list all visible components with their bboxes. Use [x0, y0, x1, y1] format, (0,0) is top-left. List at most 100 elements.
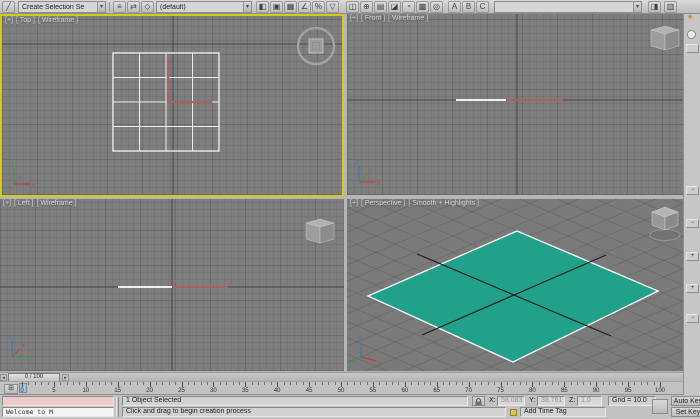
svg-text:y: y [11, 162, 14, 168]
unknown-small-button[interactable] [652, 399, 668, 414]
viewport-menu-button[interactable]: [+] [350, 15, 358, 22]
y-coordinate-label: Y: [529, 397, 536, 404]
frame-tick [245, 382, 247, 387]
track-bar[interactable]: ⊞ 0 5 10 15 20 25 30 35 40 45 50 55 60 65 70 75 80 85 90 95… [0, 381, 683, 395]
spinner-snap-icon[interactable]: ▽ [326, 1, 339, 13]
viewport-shading-button[interactable]: [ Wireframe ] [36, 200, 76, 207]
frame-tick [551, 382, 553, 385]
viewport-menu-button[interactable]: [+] [5, 17, 13, 24]
plane-object-selected[interactable] [366, 230, 660, 363]
frame-tick [321, 382, 323, 385]
add-time-tag-field[interactable]: Add Time Tag [520, 407, 606, 417]
previous-frame-button[interactable]: ◂ [0, 374, 7, 381]
frame-tick [53, 382, 55, 387]
frame-tick [66, 382, 68, 385]
viewport-label: [+] [ Top ] [ Wireframe ] [5, 17, 78, 24]
track-bar-ruler[interactable]: 0 5 10 15 20 25 30 35 40 45 50 55 60 65 70 75 80 85 90 95 10… [20, 382, 674, 396]
frame-tick [226, 382, 228, 385]
viewport-menu-button[interactable]: [+] [350, 200, 358, 207]
selection-lock-toggle[interactable] [472, 396, 485, 406]
frame-tick [270, 382, 272, 385]
gear-icon[interactable]: * [688, 13, 692, 25]
viewport-name-button[interactable]: [ Front ] [361, 15, 385, 22]
named-selection-set-combo[interactable]: Create Selection Se ▾ [18, 1, 106, 13]
curve-editor-icon[interactable]: ◔ [402, 1, 415, 13]
viewport-shading-button[interactable]: [ Wireframe ] [388, 15, 428, 22]
toolbar-extra-icon-2[interactable]: ▥ [664, 1, 677, 13]
listener-splitter[interactable] [116, 397, 119, 417]
frame-tick-label: 35 [241, 388, 249, 394]
render-setup-icon[interactable]: A [448, 1, 461, 13]
rollout-fragment[interactable]: − [686, 314, 699, 323]
toolbar-extra-icon-1[interactable]: ◨ [648, 1, 661, 13]
snap-25-icon[interactable]: ▣ [270, 1, 283, 13]
maxscript-listener-pane[interactable]: Welcome to M [2, 407, 114, 417]
viewport-menu-button[interactable]: [+] [3, 200, 11, 207]
viewport-left[interactable]: [+] [ Left ] [ Wireframe ] y x z [0, 199, 344, 371]
object-type-rollout-fragment[interactable] [686, 44, 699, 53]
viewport-name-button[interactable]: [ Left ] [14, 200, 33, 207]
rollout-fragment[interactable]: + [686, 252, 699, 261]
frame-tick [289, 382, 291, 385]
percent-snap-icon[interactable]: % [312, 1, 325, 13]
geometry-category-icon[interactable] [687, 30, 696, 39]
frame-tick [443, 382, 445, 385]
time-slider[interactable]: ◂ 0 / 100 ▸ [0, 372, 683, 382]
open-mini-trackview-icon[interactable]: ⊞ [4, 384, 18, 394]
edit-named-selections-icon[interactable]: ╱ [2, 1, 15, 13]
z-coordinate-field[interactable]: 1.0 [577, 396, 602, 406]
layer-manager-icon[interactable]: ▤ [374, 1, 387, 13]
frame-tick [436, 382, 438, 387]
rendered-frame-icon[interactable]: B [462, 1, 475, 13]
rollout-fragment[interactable]: − [686, 219, 699, 228]
frame-tick-label: 100 [654, 388, 666, 394]
frame-tick [404, 382, 406, 387]
frame-tick-label: 10 [82, 388, 90, 394]
macro-recorder-pane[interactable] [2, 396, 114, 406]
viewport-name-button[interactable]: [ Top ] [16, 17, 35, 24]
schematic-view-icon[interactable]: ▩ [416, 1, 429, 13]
frame-tick [506, 382, 508, 385]
snap-3-icon[interactable]: ▦ [284, 1, 297, 13]
selection-filter-icon[interactable]: ≡ [113, 1, 126, 13]
next-frame-button[interactable]: ▸ [62, 374, 69, 381]
mirror-icon[interactable]: ◫ [346, 1, 359, 13]
transform-gizmo[interactable] [166, 58, 212, 104]
ribbon-toggle-icon[interactable]: ◪ [388, 1, 401, 13]
viewcube-icon[interactable] [649, 206, 681, 242]
frame-tick-label: 30 [210, 388, 217, 394]
viewport-shading-button[interactable]: [ Wireframe ] [38, 17, 78, 24]
viewport-canvas: x y z [347, 14, 683, 195]
align-icon[interactable]: ⊕ [360, 1, 373, 13]
viewcube-icon[interactable] [305, 218, 335, 244]
rollout-fragment[interactable]: + [686, 284, 699, 293]
viewport-top[interactable]: [+] [ Top ] [ Wireframe ] x y z [0, 14, 344, 197]
frame-tick [194, 382, 196, 385]
track-toggle-icon[interactable]: ⇄ [127, 1, 140, 13]
viewport-perspective[interactable]: [+] [ Perspective ] [ Smooth + Highlight… [347, 199, 683, 371]
y-coordinate-field[interactable]: 38.761 [537, 396, 565, 406]
set-key-button[interactable]: Set Key [671, 407, 700, 417]
render-icon[interactable]: C [476, 1, 489, 13]
axis-tripod-icon: y x z [9, 335, 33, 362]
viewport-name-button[interactable]: [ Perspective ] [361, 200, 405, 207]
angle-snap-icon[interactable]: ∠ [298, 1, 311, 13]
viewcube-icon[interactable] [650, 25, 680, 51]
auto-key-button[interactable]: Auto Key [671, 396, 700, 406]
frame-tick [589, 382, 591, 385]
viewport-front[interactable]: [+] [ Front ] [ Wireframe ] x y z [347, 14, 683, 195]
material-editor-icon[interactable]: ◎ [430, 1, 443, 13]
pivot-mode-icon[interactable]: ◇ [141, 1, 154, 13]
x-coordinate-field[interactable]: 58.083 [497, 396, 525, 406]
viewcube-icon[interactable] [296, 26, 336, 66]
snap-toggle-icon[interactable]: ◧ [256, 1, 269, 13]
active-layer-combo[interactable]: (default) ▾ [156, 1, 252, 13]
viewport-shading-button[interactable]: [ Smooth + Highlights ] [408, 200, 479, 207]
frame-tick-label: 65 [433, 388, 441, 394]
frame-tick [264, 382, 266, 385]
frame-tick [621, 382, 623, 385]
rollout-fragment[interactable]: − [686, 186, 699, 195]
named-selection-entry-combo[interactable]: ▾ [494, 1, 642, 13]
x-coordinate-label: X: [489, 397, 496, 404]
frame-tick [500, 382, 502, 387]
